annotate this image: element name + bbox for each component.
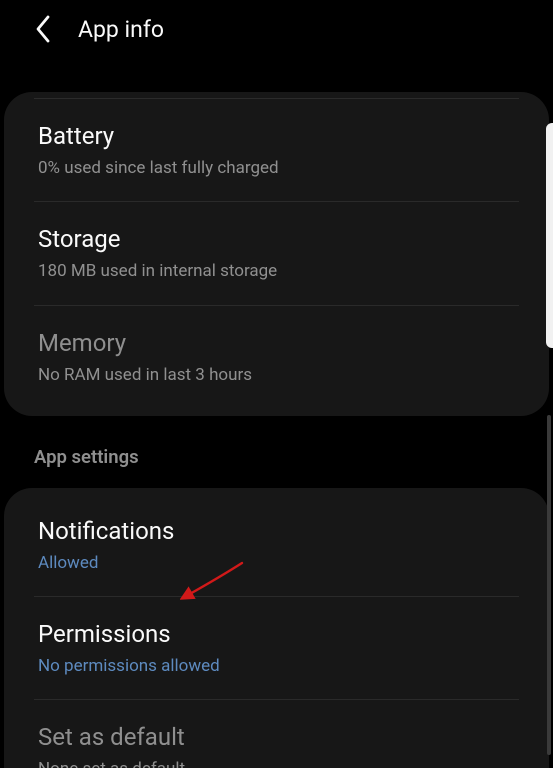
- inner-scrollbar[interactable]: [547, 415, 551, 755]
- header: App info: [0, 0, 553, 58]
- back-icon[interactable]: [34, 14, 52, 44]
- app-settings-panel: Notifications Allowed Permissions No per…: [4, 488, 549, 768]
- battery-subtitle: 0% used since last fully charged: [38, 158, 519, 179]
- memory-subtitle: No RAM used in last 3 hours: [38, 365, 519, 386]
- resource-panel: Battery 0% used since last fully charged…: [4, 92, 549, 416]
- outer-scrollbar[interactable]: [546, 123, 553, 348]
- set-as-default-title: Set as default: [38, 722, 519, 752]
- permissions-subtitle: No permissions allowed: [38, 656, 519, 677]
- memory-title: Memory: [38, 328, 519, 358]
- notifications-subtitle: Allowed: [38, 553, 519, 574]
- battery-item[interactable]: Battery 0% used since last fully charged: [4, 99, 549, 201]
- storage-title: Storage: [38, 224, 519, 254]
- set-as-default-subtitle: None set as default: [38, 759, 519, 768]
- memory-item[interactable]: Memory No RAM used in last 3 hours: [4, 306, 549, 408]
- notifications-item[interactable]: Notifications Allowed: [4, 494, 549, 596]
- permissions-item[interactable]: Permissions No permissions allowed: [4, 597, 549, 699]
- notifications-title: Notifications: [38, 516, 519, 546]
- storage-item[interactable]: Storage 180 MB used in internal storage: [4, 202, 549, 304]
- battery-title: Battery: [38, 121, 519, 151]
- permissions-title: Permissions: [38, 619, 519, 649]
- section-header-app-settings: App settings: [0, 416, 553, 468]
- set-as-default-item[interactable]: Set as default None set as default: [4, 700, 549, 768]
- storage-subtitle: 180 MB used in internal storage: [38, 261, 519, 282]
- page-title: App info: [78, 16, 164, 43]
